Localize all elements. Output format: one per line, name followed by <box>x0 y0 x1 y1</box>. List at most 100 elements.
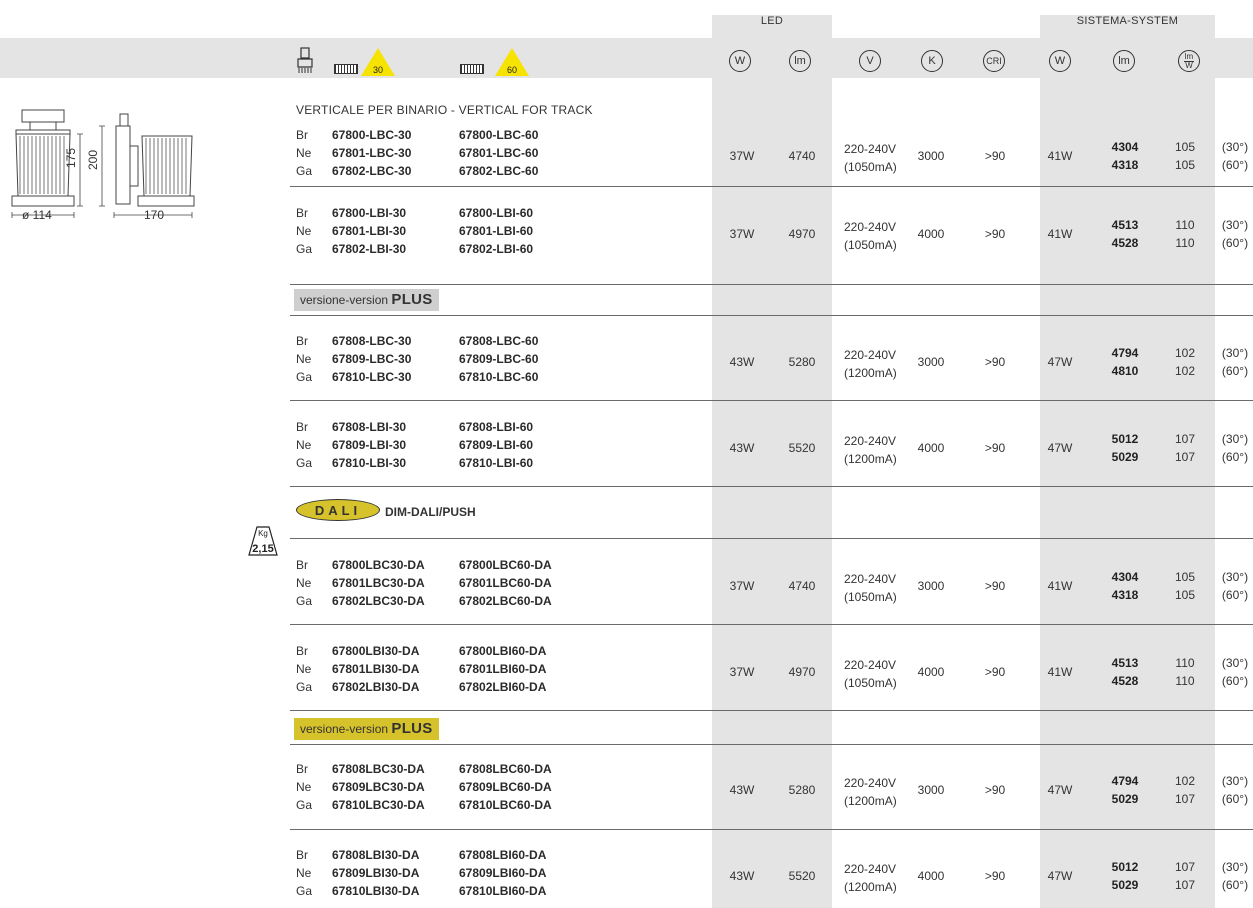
color-label: Ne <box>296 146 312 160</box>
led-lumen: 5280 <box>788 355 816 369</box>
system-watt: 47W <box>1047 869 1073 883</box>
cri: >90 <box>984 441 1006 455</box>
dim-170: 170 <box>144 208 165 222</box>
dali-text: DIM-DALI/PUSH <box>385 505 476 519</box>
efficacy: 107 <box>1174 432 1196 446</box>
dim-175: 175 <box>64 147 78 168</box>
color-label: Br <box>296 334 308 348</box>
product-code-60: 67810LBC60-DA <box>459 798 552 812</box>
product-code-60: 67810-LBI-60 <box>459 456 534 470</box>
cri: >90 <box>984 355 1006 369</box>
voltage: 220-240V <box>844 776 897 790</box>
product-code-60: 67801LBI60-DA <box>459 662 547 676</box>
color-label: Ga <box>296 884 313 898</box>
efficacy: 102 <box>1174 364 1196 378</box>
efficacy: 110 <box>1175 218 1195 232</box>
efficacy: 107 <box>1174 792 1196 806</box>
group-title: VERTICALE PER BINARIO - VERTICAL FOR TRA… <box>296 103 593 117</box>
product-code-60: 67801-LBI-60 <box>459 224 534 238</box>
kelvin: 4000 <box>917 665 945 679</box>
product-code-60: 67800-LBI-60 <box>459 206 534 220</box>
led-title: LED <box>760 15 784 27</box>
product-code-30: 67808LBC30-DA <box>332 762 425 776</box>
product-code-60: 67800LBI60-DA <box>459 644 547 658</box>
color-label: Ga <box>296 370 313 384</box>
product-code-30: 67802LBI30-DA <box>332 680 420 694</box>
led-watt: 37W <box>729 149 755 163</box>
color-label: Br <box>296 128 308 142</box>
color-label: Ga <box>296 242 313 256</box>
beam-angle: (60°) <box>1221 158 1249 172</box>
beam-angle: (30°) <box>1221 218 1249 232</box>
system-lumen: 4318 <box>1111 588 1139 602</box>
color-label: Ne <box>296 438 312 452</box>
product-code-30: 67809-LBI-30 <box>332 438 407 452</box>
system-lumen: 5029 <box>1111 878 1139 892</box>
product-code-60: 67802-LBI-60 <box>459 242 534 256</box>
led-watt: 43W <box>729 869 755 883</box>
kelvin: 3000 <box>917 355 945 369</box>
current: (1200mA) <box>844 366 897 380</box>
system-lumen: 4513 <box>1111 656 1139 670</box>
beam-angle: (60°) <box>1221 364 1249 378</box>
color-label: Br <box>296 558 308 572</box>
product-code-60: 67808-LBC-60 <box>459 334 539 348</box>
product-code-30: 67810-LBI-30 <box>332 456 407 470</box>
led-lumen: 5520 <box>788 441 816 455</box>
efficacy-bottom: W <box>1185 60 1193 70</box>
efficacy: 107 <box>1174 878 1196 892</box>
row-divider <box>290 186 1253 187</box>
color-label: Ne <box>296 224 312 238</box>
beam-angle: (60°) <box>1221 674 1249 688</box>
fin-icon-60 <box>460 64 484 74</box>
cri-icon: CRI <box>983 50 1005 72</box>
plus-bold: PLUS <box>391 291 433 308</box>
plus-prefix: versione-version <box>300 293 389 307</box>
system-title: SISTEMA-SYSTEM <box>1076 15 1179 27</box>
efficacy: 105 <box>1174 140 1196 154</box>
product-code-60: 67800-LBC-60 <box>459 128 539 142</box>
led-lumen: 5280 <box>788 783 816 797</box>
efficacy: 105 <box>1174 158 1196 172</box>
current: (1200mA) <box>844 452 897 466</box>
efficacy: 110 <box>1175 656 1195 670</box>
product-code-60: 67801LBC60-DA <box>459 576 552 590</box>
current: (1200mA) <box>844 880 897 894</box>
system-watt-icon: W <box>1049 50 1071 72</box>
beam-angle: (30°) <box>1221 656 1249 670</box>
led-watt: 43W <box>729 441 755 455</box>
product-code-60: 67809LBI60-DA <box>459 866 547 880</box>
efficacy: 105 <box>1174 588 1196 602</box>
efficacy: 102 <box>1174 774 1196 788</box>
spotlight-icon <box>297 47 313 73</box>
product-code-60: 67808LBI60-DA <box>459 848 547 862</box>
product-code-60: 67800LBC60-DA <box>459 558 552 572</box>
plus-version-tag-dali: versione-version PLUS <box>294 718 439 740</box>
cri: >90 <box>984 227 1006 241</box>
system-lumen: 4794 <box>1111 346 1139 360</box>
product-code-30: 67800-LBC-30 <box>332 128 412 142</box>
row-divider <box>290 710 1253 711</box>
beam-60-label: 60 <box>506 65 517 75</box>
system-lumen-icon: lm <box>1113 50 1135 72</box>
beam-angle: (60°) <box>1221 878 1249 892</box>
product-code-60: 67808LBC60-DA <box>459 762 552 776</box>
system-lumen: 4528 <box>1111 236 1139 250</box>
color-label: Br <box>296 848 308 862</box>
product-code-30: 67808-LBC-30 <box>332 334 412 348</box>
system-lumen: 4304 <box>1111 570 1139 584</box>
system-watt: 41W <box>1047 149 1073 163</box>
product-code-60: 67801-LBC-60 <box>459 146 539 160</box>
color-label: Br <box>296 206 308 220</box>
row-divider <box>290 624 1253 625</box>
system-lumen: 5012 <box>1111 432 1139 446</box>
efficacy: 107 <box>1174 860 1196 874</box>
efficacy: 105 <box>1174 570 1196 584</box>
current: (1050mA) <box>844 590 897 604</box>
voltage: 220-240V <box>844 220 897 234</box>
current: (1050mA) <box>844 160 897 174</box>
led-watt: 43W <box>729 355 755 369</box>
cri: >90 <box>984 869 1006 883</box>
efficacy-top: lm <box>1184 51 1194 61</box>
product-code-30: 67800LBI30-DA <box>332 644 420 658</box>
